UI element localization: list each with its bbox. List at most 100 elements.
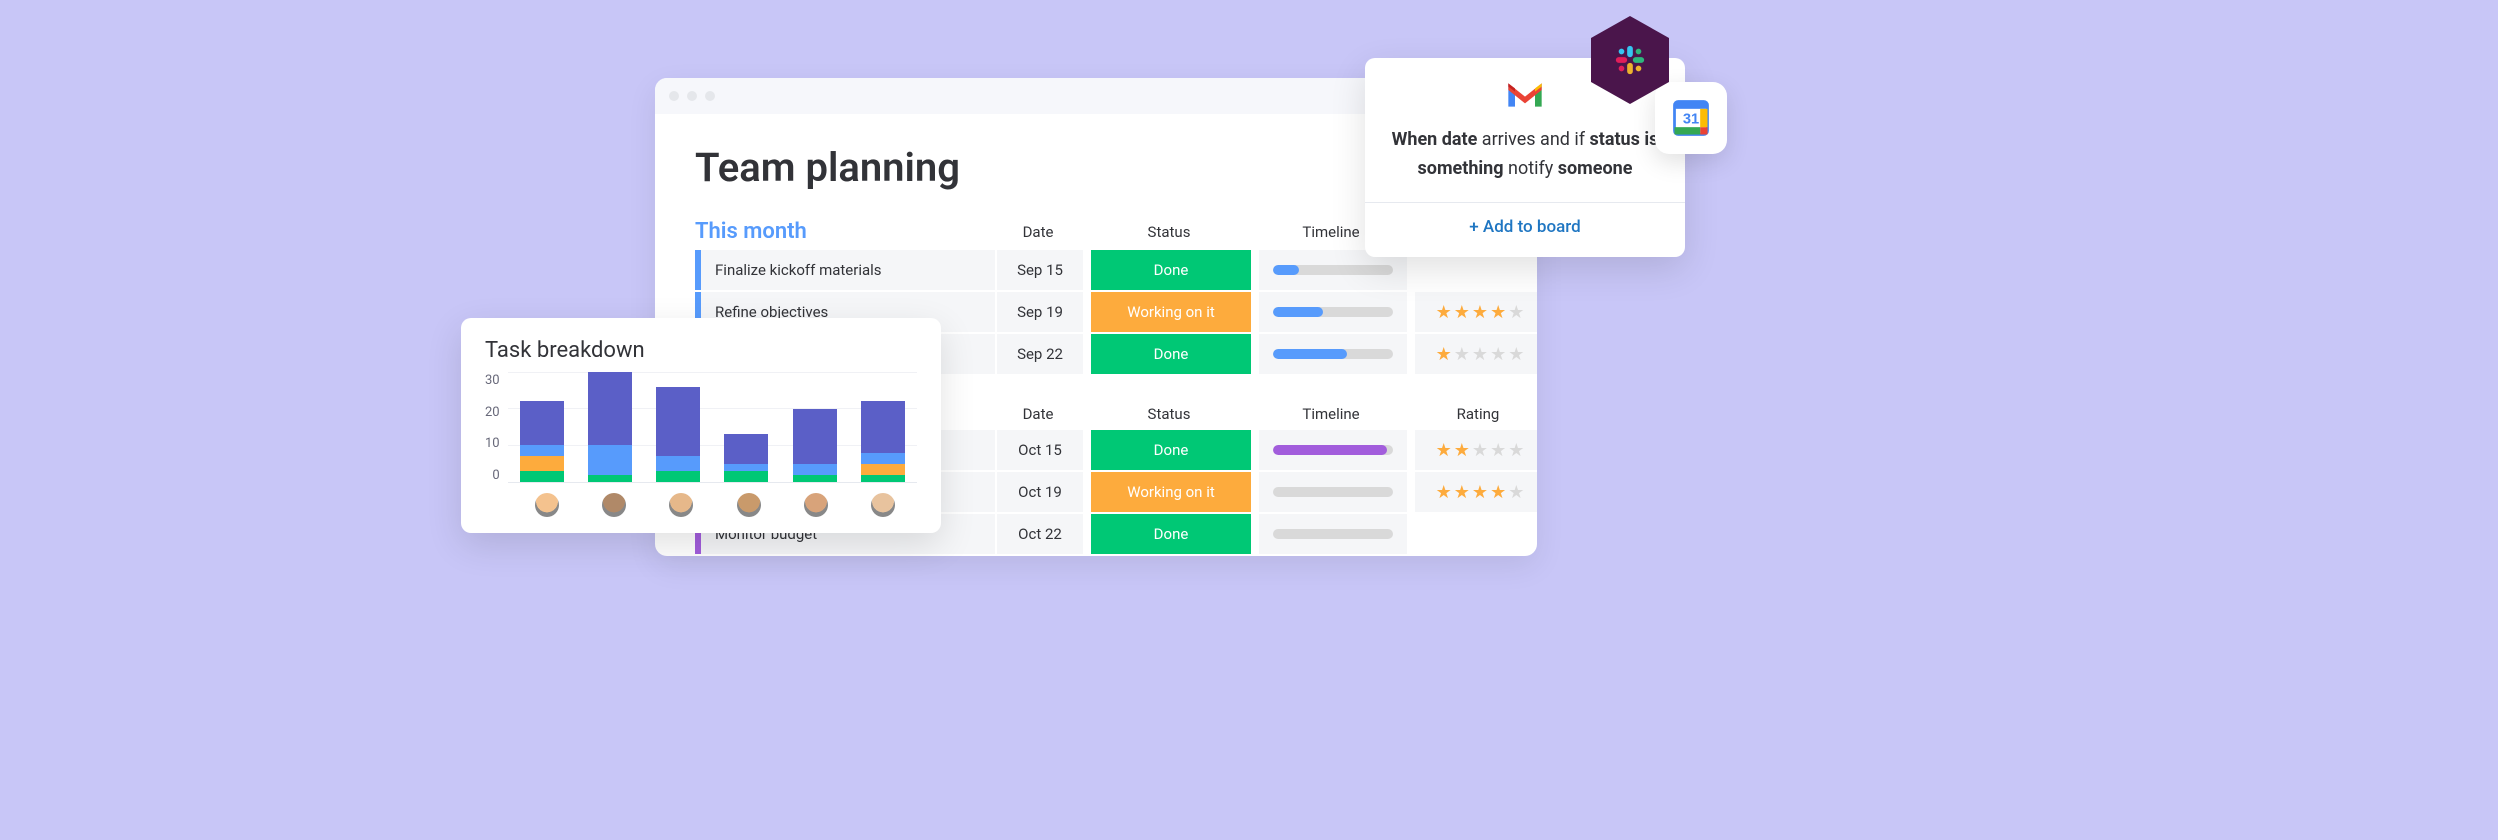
- timeline-cell[interactable]: [1259, 292, 1407, 332]
- bar-segment: [520, 471, 564, 482]
- bar-segment: [793, 475, 837, 482]
- rating-cell[interactable]: ★★★★★: [1415, 472, 1537, 512]
- bar-segment: [656, 456, 700, 471]
- rating-cell[interactable]: ★★★★★: [1415, 430, 1537, 470]
- chart-plot-area: [508, 373, 917, 483]
- column-header-rating[interactable]: Rating: [1413, 405, 1537, 423]
- stacked-bar: [656, 387, 700, 482]
- star-icon: ★: [1436, 344, 1452, 365]
- window-dot: [687, 91, 697, 101]
- column-header-date[interactable]: Date: [995, 405, 1081, 423]
- date-cell[interactable]: Sep 15: [997, 250, 1083, 290]
- add-to-board-button[interactable]: + Add to board: [1391, 217, 1659, 237]
- stacked-bar: [520, 401, 564, 482]
- star-icon: ★: [1454, 440, 1470, 461]
- star-icon: ★: [1436, 482, 1452, 503]
- bar-segment: [588, 475, 632, 482]
- star-icon: ★: [1472, 344, 1488, 365]
- task-name-cell[interactable]: Finalize kickoff materials: [695, 250, 995, 290]
- status-cell[interactable]: Working on it: [1091, 292, 1251, 332]
- bar-segment: [588, 372, 632, 445]
- star-icon: ★: [1490, 440, 1506, 461]
- timeline-cell[interactable]: [1259, 334, 1407, 374]
- gmail-icon: [1505, 80, 1545, 114]
- chart-y-axis: 30 20 10 0: [485, 373, 508, 483]
- bar-segment: [588, 445, 632, 474]
- slack-integration-badge[interactable]: [1591, 16, 1669, 104]
- rating-cell[interactable]: ★★★★★: [1415, 334, 1537, 374]
- date-cell[interactable]: Sep 19: [997, 292, 1083, 332]
- bar-segment: [520, 445, 564, 456]
- timeline-cell[interactable]: [1259, 430, 1407, 470]
- stacked-bar: [724, 434, 768, 482]
- bar-segment: [520, 401, 564, 445]
- chart-x-axis-avatars: [513, 493, 917, 517]
- star-icon: ★: [1490, 344, 1506, 365]
- bar-segment: [861, 475, 905, 482]
- date-cell[interactable]: Oct 19: [997, 472, 1083, 512]
- stacked-bar: [793, 409, 837, 482]
- star-icon: ★: [1508, 344, 1524, 365]
- timeline-cell[interactable]: [1259, 514, 1407, 554]
- bar-segment: [861, 464, 905, 475]
- y-tick-label: 30: [485, 373, 500, 388]
- bar-segment: [793, 464, 837, 475]
- status-cell[interactable]: Done: [1091, 430, 1251, 470]
- avatar: [737, 493, 761, 517]
- column-header-status[interactable]: Status: [1089, 405, 1249, 423]
- status-cell[interactable]: Done: [1091, 250, 1251, 290]
- bar-segment: [861, 401, 905, 452]
- bar-segment: [656, 471, 700, 482]
- bar-segment: [656, 387, 700, 457]
- star-icon: ★: [1490, 302, 1506, 323]
- star-icon: ★: [1472, 440, 1488, 461]
- star-icon: ★: [1508, 440, 1524, 461]
- window-dot: [669, 91, 679, 101]
- avatar: [804, 493, 828, 517]
- slack-icon: [1613, 43, 1647, 77]
- bar-segment: [861, 453, 905, 464]
- star-icon: ★: [1436, 302, 1452, 323]
- timeline-cell[interactable]: [1259, 472, 1407, 512]
- date-cell[interactable]: Oct 22: [997, 514, 1083, 554]
- avatar: [535, 493, 559, 517]
- task-breakdown-chart-card: Task breakdown 30 20 10 0: [461, 318, 941, 533]
- star-icon: ★: [1508, 302, 1524, 323]
- rating-cell[interactable]: ★★★★★: [1415, 292, 1537, 332]
- star-icon: ★: [1454, 344, 1470, 365]
- stacked-bar: [588, 372, 632, 482]
- y-tick-label: 20: [485, 405, 500, 420]
- window-dot: [705, 91, 715, 101]
- y-tick-label: 10: [485, 436, 500, 451]
- avatar: [669, 493, 693, 517]
- calendar-icon: 31: [1669, 96, 1713, 140]
- star-icon: ★: [1490, 482, 1506, 503]
- status-cell[interactable]: Working on it: [1091, 472, 1251, 512]
- star-icon: ★: [1472, 482, 1488, 503]
- y-tick-label: 0: [485, 468, 500, 483]
- star-icon: ★: [1454, 482, 1470, 503]
- bar-segment: [520, 456, 564, 471]
- star-icon: ★: [1472, 302, 1488, 323]
- star-icon: ★: [1454, 302, 1470, 323]
- group-name[interactable]: This month: [695, 219, 995, 244]
- column-header-timeline[interactable]: Timeline: [1257, 405, 1405, 423]
- stacked-bar: [861, 401, 905, 482]
- star-icon: ★: [1508, 482, 1524, 503]
- star-icon: ★: [1436, 440, 1452, 461]
- bar-segment: [724, 464, 768, 471]
- date-cell[interactable]: Sep 22: [997, 334, 1083, 374]
- svg-text:31: 31: [1683, 112, 1699, 128]
- chart-title: Task breakdown: [485, 338, 917, 363]
- avatar: [871, 493, 895, 517]
- automation-recipe-text: When date arrives and if status is somet…: [1391, 126, 1659, 184]
- bar-segment: [724, 471, 768, 482]
- avatar: [602, 493, 626, 517]
- status-cell[interactable]: Done: [1091, 514, 1251, 554]
- date-cell[interactable]: Oct 15: [997, 430, 1083, 470]
- status-cell[interactable]: Done: [1091, 334, 1251, 374]
- bar-segment: [724, 434, 768, 463]
- column-header-status[interactable]: Status: [1089, 223, 1249, 241]
- column-header-date[interactable]: Date: [995, 223, 1081, 241]
- divider: [1365, 202, 1685, 203]
